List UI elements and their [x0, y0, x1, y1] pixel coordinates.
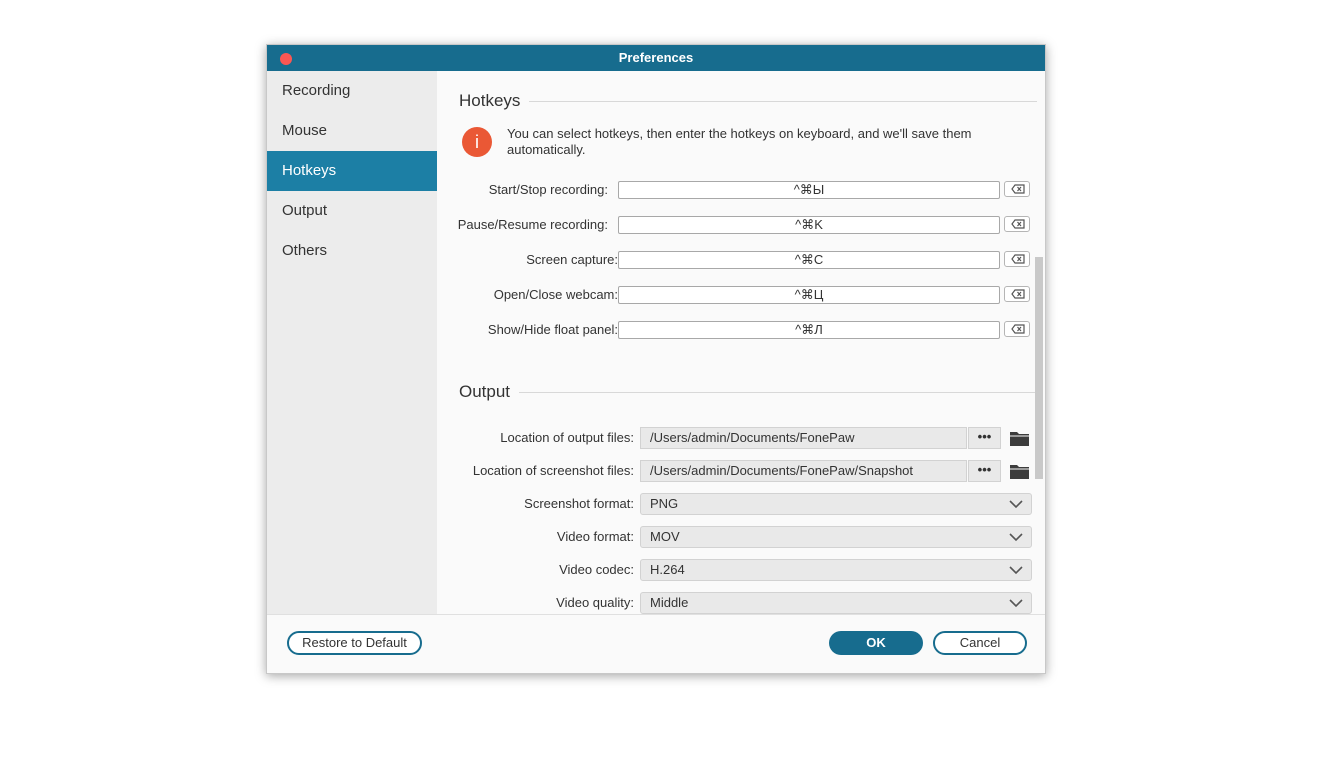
- folder-icon[interactable]: [1010, 431, 1029, 446]
- ok-button[interactable]: OK: [829, 631, 923, 655]
- section-divider: [529, 101, 1037, 102]
- sidebar-item-output[interactable]: Output: [267, 191, 437, 231]
- info-icon: i: [462, 127, 492, 157]
- hotkey-label-pause-resume: Pause/Resume recording:: [457, 217, 608, 232]
- backspace-icon: [1011, 254, 1025, 264]
- footer: Restore to Default OK Cancel: [267, 614, 1045, 673]
- hotkey-field-pause-resume[interactable]: ^⌘K: [618, 216, 1000, 234]
- sidebar-item-others[interactable]: Others: [267, 231, 437, 271]
- video-codec-value: H.264: [650, 562, 685, 577]
- title-bar: Preferences: [267, 45, 1045, 71]
- browse-screenshot-button[interactable]: •••: [968, 460, 1001, 482]
- output-files-label: Location of output files:: [500, 430, 634, 445]
- chevron-down-icon: [1009, 500, 1023, 509]
- clear-hotkey-screen-capture-button[interactable]: [1004, 251, 1030, 267]
- sidebar-item-recording[interactable]: Recording: [267, 71, 437, 111]
- video-format-value: MOV: [650, 529, 680, 544]
- clear-hotkey-start-stop-button[interactable]: [1004, 181, 1030, 197]
- screenshot-files-path-field[interactable]: /Users/admin/Documents/FonePaw/Snapshot: [640, 460, 967, 482]
- screenshot-format-select[interactable]: PNG: [640, 493, 1032, 515]
- backspace-icon: [1011, 324, 1025, 334]
- hotkey-field-webcam[interactable]: ^⌘Ц: [618, 286, 1000, 304]
- screenshot-files-label: Location of screenshot files:: [472, 463, 634, 478]
- section-divider: [519, 392, 1037, 393]
- chevron-down-icon: [1009, 533, 1023, 542]
- clear-hotkey-webcam-button[interactable]: [1004, 286, 1030, 302]
- chevron-down-icon: [1009, 566, 1023, 575]
- video-quality-label: Video quality:: [556, 595, 634, 610]
- video-codec-select[interactable]: H.264: [640, 559, 1032, 581]
- window-title: Preferences: [618, 50, 694, 65]
- video-quality-value: Middle: [650, 595, 689, 610]
- clear-hotkey-float-panel-button[interactable]: [1004, 321, 1030, 337]
- video-format-label: Video format:: [556, 529, 634, 544]
- hotkeys-section-title: Hotkeys: [459, 91, 521, 110]
- hotkey-label-screen-capture: Screen capture:: [526, 252, 618, 267]
- hotkey-label-start-stop: Start/Stop recording:: [488, 182, 608, 197]
- screenshot-format-value: PNG: [650, 496, 679, 511]
- output-section-title: Output: [459, 382, 511, 401]
- folder-icon[interactable]: [1010, 464, 1029, 479]
- hotkey-field-start-stop[interactable]: ^⌘Ы: [618, 181, 1000, 199]
- video-codec-label: Video codec:: [559, 562, 634, 577]
- backspace-icon: [1011, 219, 1025, 229]
- hotkeys-info-text: You can select hotkeys, then enter the h…: [507, 126, 972, 157]
- cancel-button[interactable]: Cancel: [933, 631, 1027, 655]
- hotkey-field-screen-capture[interactable]: ^⌘C: [618, 251, 1000, 269]
- sidebar: Recording Mouse Hotkeys Output Others: [267, 71, 437, 614]
- backspace-icon: [1011, 184, 1025, 194]
- hotkey-label-float-panel: Show/Hide float panel:: [487, 322, 618, 337]
- sidebar-item-hotkeys[interactable]: Hotkeys: [267, 151, 437, 191]
- output-files-path-field[interactable]: /Users/admin/Documents/FonePaw: [640, 427, 967, 449]
- preferences-window: Preferences Recording Mouse Hotkeys Outp…: [266, 44, 1046, 674]
- settings-panel: Hotkeys i You can select hotkeys, then e…: [437, 71, 1045, 614]
- video-quality-select[interactable]: Middle: [640, 592, 1032, 614]
- screenshot-format-label: Screenshot format:: [524, 496, 634, 511]
- browse-output-button[interactable]: •••: [968, 427, 1001, 449]
- restore-to-default-button[interactable]: Restore to Default: [287, 631, 422, 655]
- sidebar-item-mouse[interactable]: Mouse: [267, 111, 437, 151]
- hotkey-label-webcam: Open/Close webcam:: [493, 287, 618, 302]
- backspace-icon: [1011, 289, 1025, 299]
- chevron-down-icon: [1009, 599, 1023, 608]
- video-format-select[interactable]: MOV: [640, 526, 1032, 548]
- scrollbar-thumb[interactable]: [1035, 257, 1043, 479]
- hotkey-field-float-panel[interactable]: ^⌘Л: [618, 321, 1000, 339]
- clear-hotkey-pause-resume-button[interactable]: [1004, 216, 1030, 232]
